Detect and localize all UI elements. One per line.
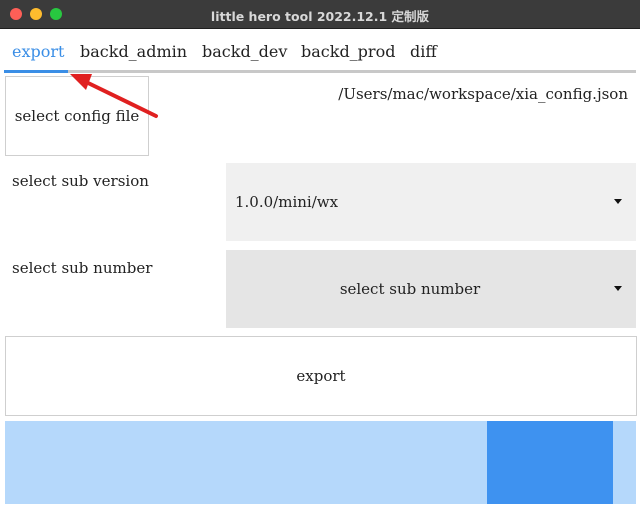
tab-backd-prod[interactable]: backd_prod — [301, 42, 395, 61]
sub-version-label: select sub version — [12, 172, 149, 190]
tab-diff[interactable]: diff — [410, 42, 437, 61]
sub-number-placeholder: select sub number — [339, 280, 481, 298]
export-button[interactable]: export — [5, 336, 637, 416]
tab-export[interactable]: export — [12, 42, 64, 61]
sub-number-label: select sub number — [12, 259, 153, 277]
progress-fill — [487, 421, 613, 504]
dropdown-arrow-icon — [614, 286, 622, 291]
dropdown-arrow-icon — [614, 199, 622, 204]
app-window: little hero tool 2022.12.1 定制版 export ba… — [0, 0, 640, 508]
select-config-file-label: select config file — [14, 107, 140, 125]
tab-backd-dev[interactable]: backd_dev — [202, 42, 287, 61]
export-button-label: export — [296, 367, 346, 385]
config-file-path: /Users/mac/workspace/xia_config.json — [338, 85, 628, 103]
active-tab-indicator — [4, 70, 68, 73]
progress-bar — [5, 421, 636, 504]
title-bar: little hero tool 2022.12.1 定制版 — [0, 0, 640, 29]
sub-version-selected-value: 1.0.0/mini/wx — [235, 193, 339, 211]
sub-number-dropdown[interactable]: select sub number — [226, 250, 636, 328]
tab-divider — [4, 70, 636, 73]
tab-backd-admin[interactable]: backd_admin — [80, 42, 187, 61]
window-title: little hero tool 2022.12.1 定制版 — [210, 9, 430, 24]
select-config-file-button[interactable]: select config file — [5, 76, 149, 156]
tab-bar: export backd_admin backd_dev backd_prod … — [0, 29, 640, 75]
sub-version-dropdown[interactable]: 1.0.0/mini/wx — [226, 163, 636, 241]
